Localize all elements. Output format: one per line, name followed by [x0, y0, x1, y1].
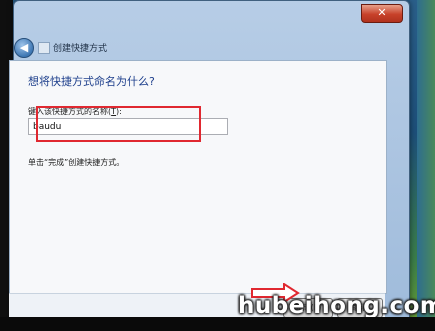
desktop-background-edge: [417, 0, 435, 331]
close-button[interactable]: ✕: [361, 4, 403, 23]
shortcut-icon: [38, 42, 50, 54]
finish-hint: 单击“完成”创建快捷方式。: [28, 158, 125, 167]
screen-bezel-bottom: [0, 317, 435, 331]
wizard-title: 创建快捷方式: [53, 44, 108, 54]
title-bar[interactable]: ✕: [14, 1, 409, 35]
annotation-highlight-box: [36, 106, 201, 142]
wizard-content: 想将快捷方式命名为什么? 键入该快捷方式的名称(T): 单击“完成”创建快捷方式…: [9, 60, 387, 294]
page-heading: 想将快捷方式命名为什么?: [28, 75, 155, 88]
watermark-text: hubeihong.com: [238, 293, 435, 319]
back-arrow-icon[interactable]: ◀: [14, 38, 34, 58]
